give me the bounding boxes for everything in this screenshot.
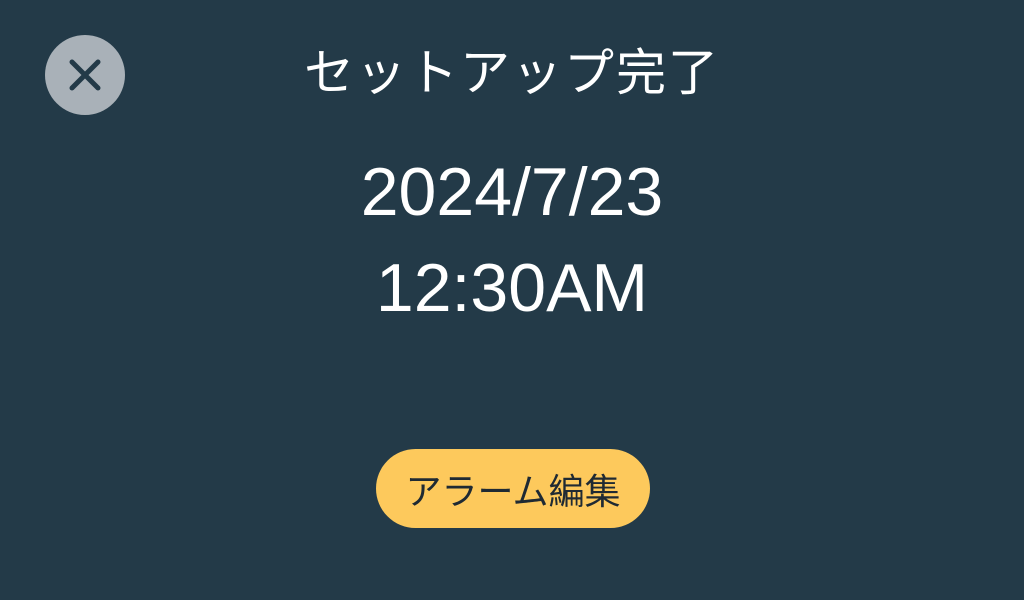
edit-alarm-button[interactable]: アラーム編集 bbox=[376, 449, 650, 528]
date-display: 2024/7/23 bbox=[360, 154, 664, 230]
setup-complete-screen: セットアップ完了 2024/7/23 12:30AM アラーム編集 bbox=[0, 0, 1024, 600]
page-title: セットアップ完了 bbox=[304, 44, 720, 102]
edit-alarm-button-label: アラーム編集 bbox=[405, 471, 621, 513]
time-display: 12:30AM bbox=[375, 250, 649, 326]
